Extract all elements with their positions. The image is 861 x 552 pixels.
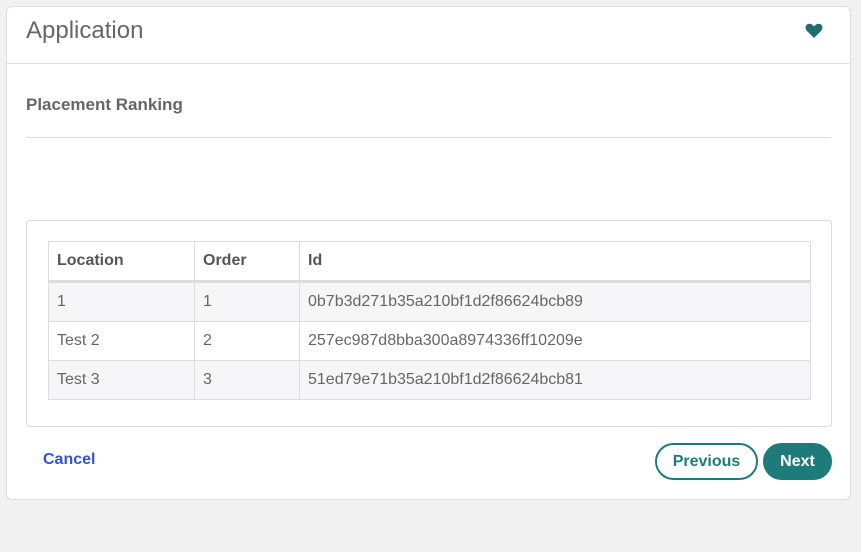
heart-icon-svg — [805, 23, 823, 38]
column-header-id[interactable]: Id — [299, 241, 811, 283]
application-card: Application Placement Ranking Location O… — [6, 6, 851, 500]
cell-location: 1 — [48, 281, 195, 322]
section-divider — [26, 137, 831, 138]
cell-order: 1 — [194, 281, 300, 322]
cell-location: Test 2 — [48, 321, 195, 361]
section-title: Placement Ranking — [26, 95, 183, 114]
cell-order: 2 — [194, 321, 300, 361]
heart-icon[interactable] — [804, 21, 824, 41]
table-header-row: Location Order Id — [48, 241, 811, 283]
table-panel: Location Order Id 1 1 0b7b3d271b35a210bf… — [26, 220, 832, 427]
column-header-location[interactable]: Location — [48, 241, 195, 283]
cell-order: 3 — [194, 360, 300, 400]
cancel-link[interactable]: Cancel — [43, 451, 95, 469]
cell-id: 257ec987d8bba300a8974336ff10209e — [299, 321, 811, 361]
placement-ranking-table: Location Order Id 1 1 0b7b3d271b35a210bf… — [48, 241, 811, 400]
table-row[interactable]: Test 3 3 51ed79e71b35a210bf1d2f86624bcb8… — [48, 360, 811, 400]
page-title: Application — [26, 17, 144, 44]
table-row[interactable]: Test 2 2 257ec987d8bba300a8974336ff10209… — [48, 321, 811, 361]
cell-id: 51ed79e71b35a210bf1d2f86624bcb81 — [299, 360, 811, 400]
table-row[interactable]: 1 1 0b7b3d271b35a210bf1d2f86624bcb89 — [48, 281, 811, 322]
cell-id: 0b7b3d271b35a210bf1d2f86624bcb89 — [299, 281, 811, 322]
next-button[interactable]: Next — [763, 443, 832, 480]
column-header-order[interactable]: Order — [194, 241, 300, 283]
previous-button[interactable]: Previous — [655, 443, 758, 480]
cell-location: Test 3 — [48, 360, 195, 400]
card-header: Application — [7, 7, 850, 64]
